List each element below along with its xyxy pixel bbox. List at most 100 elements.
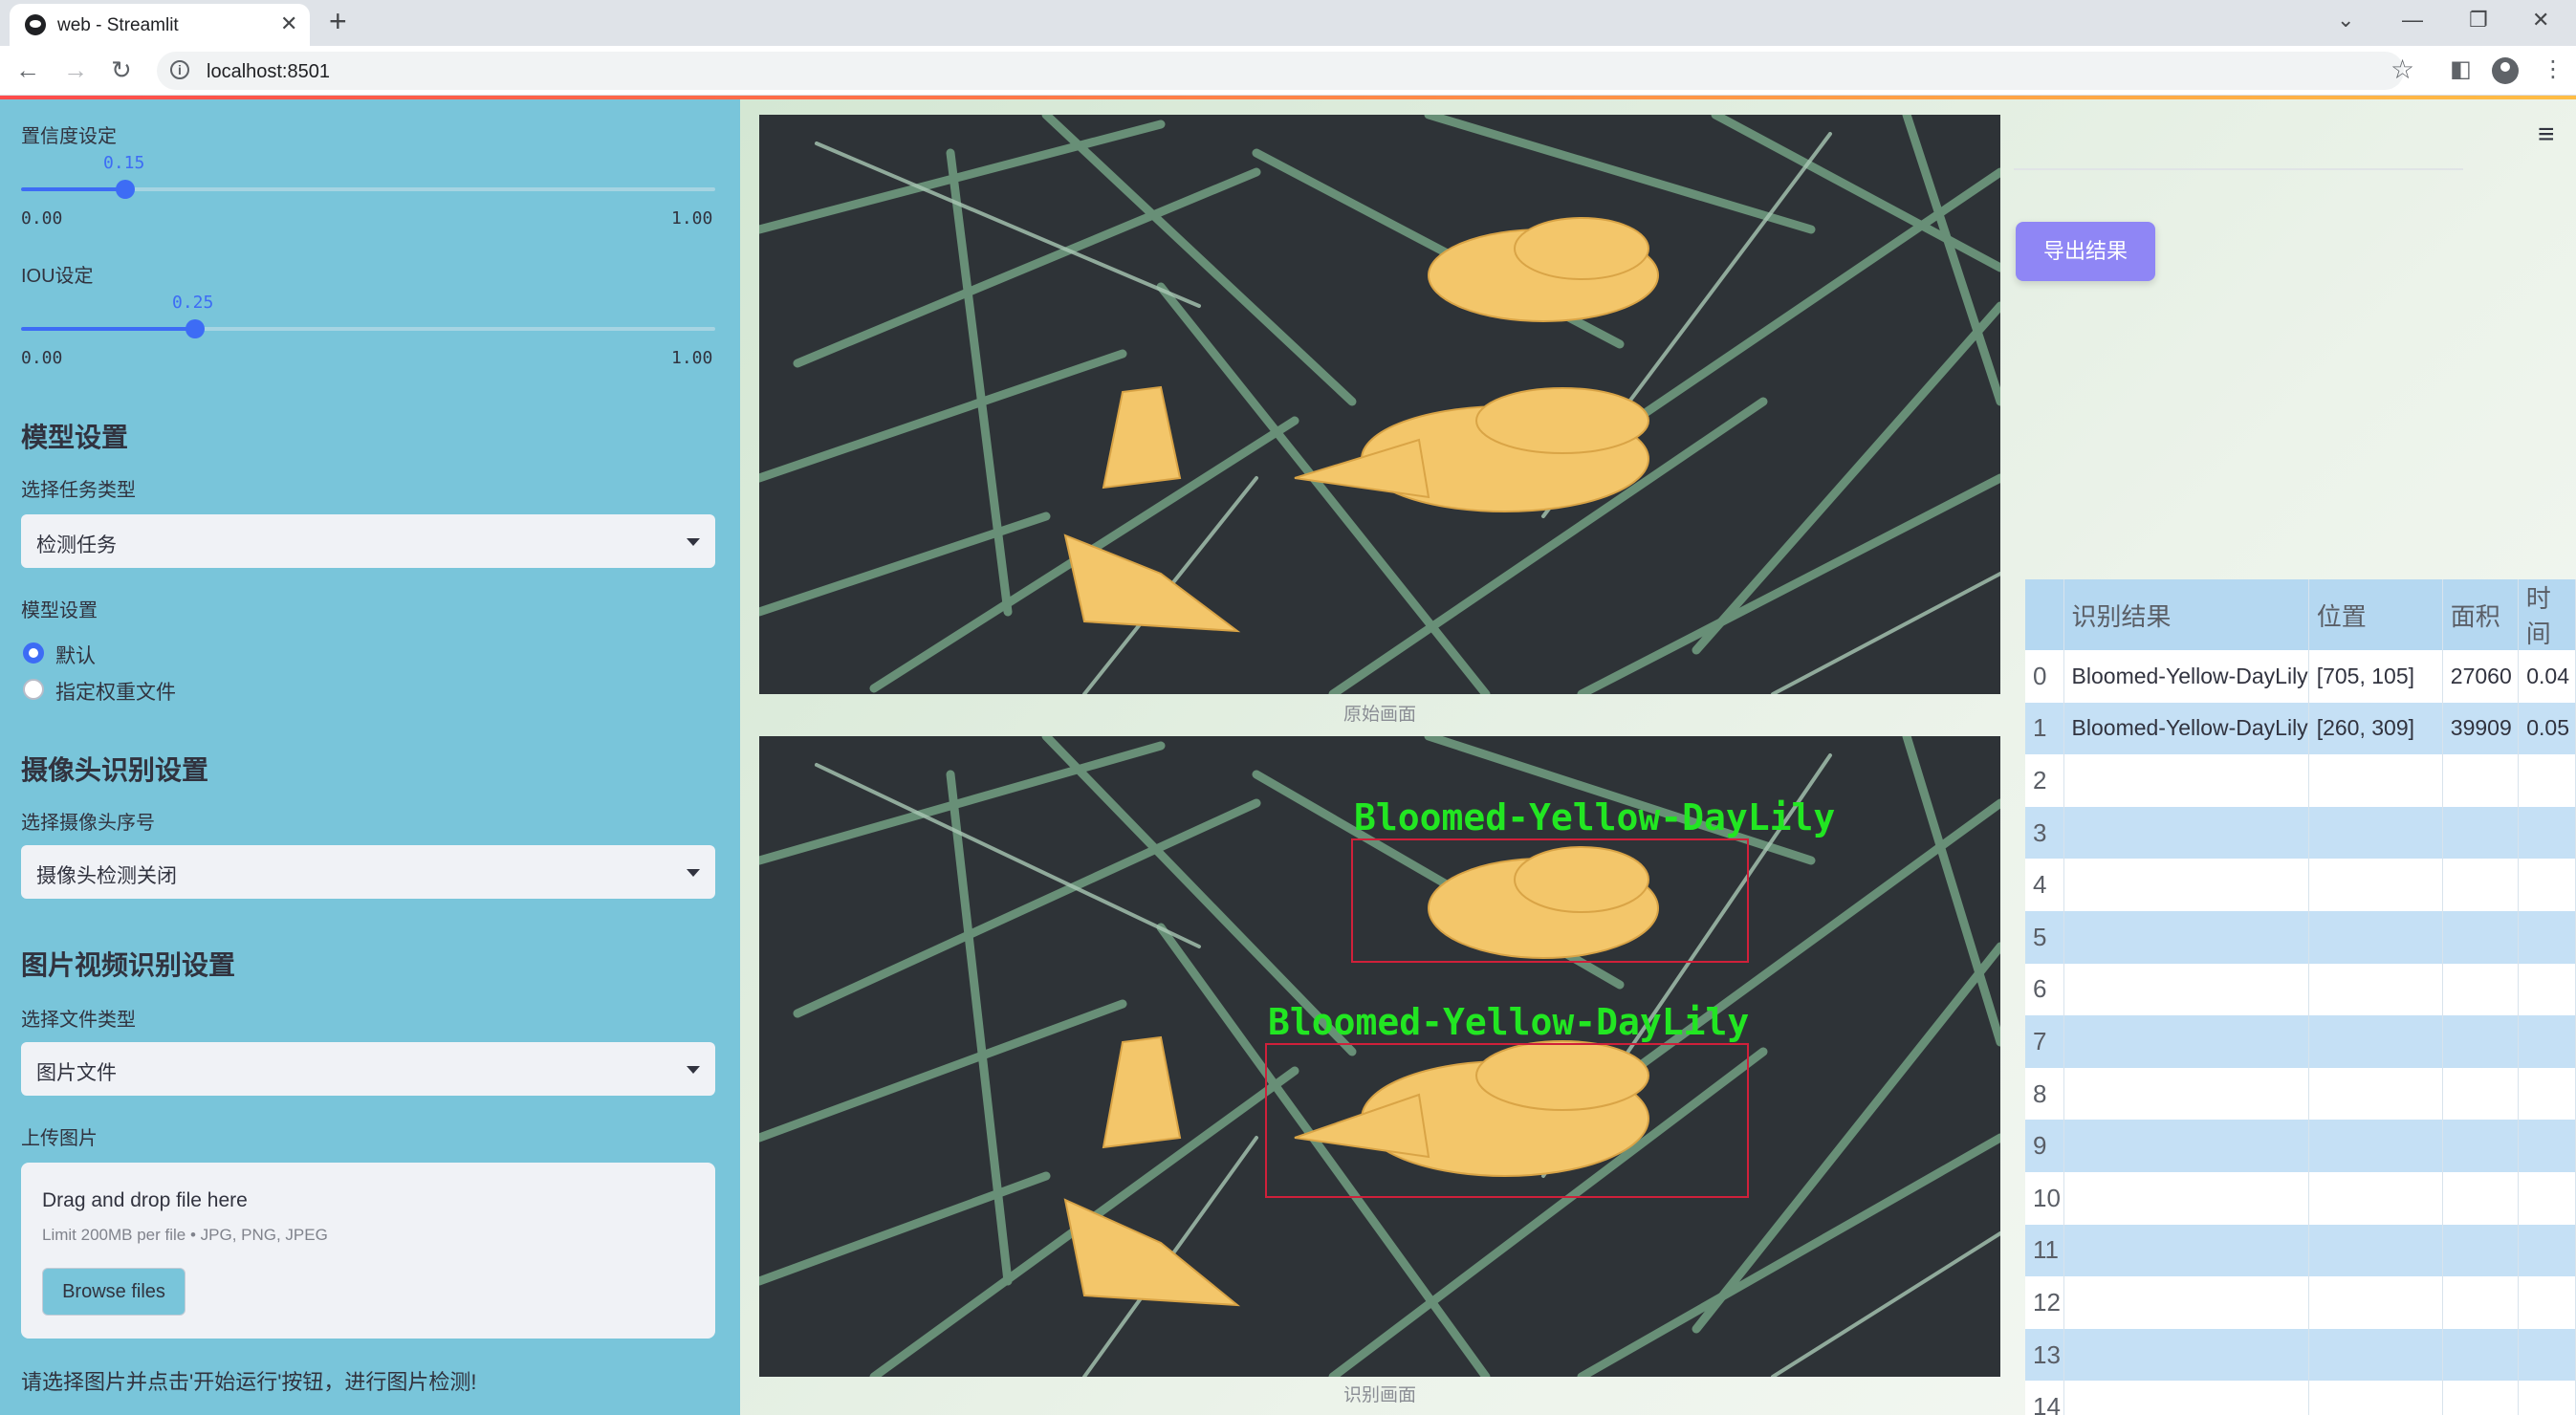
row-index: 4 (2025, 859, 2064, 911)
cell-area (2442, 910, 2519, 964)
file-type-select[interactable]: 图片文件 (21, 1042, 715, 1096)
task-type-select[interactable]: 检测任务 (21, 514, 715, 568)
column-header-position[interactable]: 位置 (2308, 579, 2443, 650)
reload-icon[interactable]: ↻ (111, 55, 132, 85)
tab-close-icon[interactable]: ✕ (280, 11, 297, 36)
table-row[interactable]: 4 (2025, 859, 2576, 911)
new-tab-icon[interactable]: + (329, 4, 347, 39)
table-row[interactable]: 13 (2025, 1328, 2576, 1382)
confidence-max: 1.00 (671, 208, 713, 229)
cell-time (2518, 754, 2576, 807)
side-panel-icon[interactable]: ◧ (2450, 55, 2472, 83)
forward-icon[interactable]: → (63, 55, 88, 85)
column-header-time[interactable]: 时间 (2518, 579, 2576, 650)
row-index: 2 (2025, 754, 2064, 807)
confidence-slider-thumb[interactable] (115, 180, 135, 199)
cell-position (2308, 1120, 2443, 1172)
cell-result (2063, 910, 2309, 964)
row-index: 10 (2025, 1171, 2064, 1225)
table-row[interactable]: 14 (2025, 1381, 2576, 1415)
original-image (759, 115, 2000, 694)
dropzone-limit: Limit 200MB per file • JPG, PNG, JPEG (42, 1226, 328, 1244)
confidence-label: 置信度设定 (21, 126, 117, 147)
table-row[interactable]: 6 (2025, 963, 2576, 1016)
minimize-icon[interactable]: — (2402, 8, 2423, 33)
table-header-row: 识别结果 位置 面积 时间 (2025, 579, 2576, 650)
cell-position (2308, 1015, 2443, 1068)
back-icon[interactable]: ← (15, 55, 40, 85)
task-type-value: 检测任务 (36, 534, 117, 556)
cell-position (2308, 1224, 2443, 1277)
confidence-slider[interactable] (21, 180, 715, 199)
url-field[interactable]: i localhost:8501 (157, 52, 2404, 90)
radio-custom-weights[interactable] (23, 679, 44, 700)
row-index: 5 (2025, 910, 2064, 964)
cell-time (2518, 963, 2576, 1016)
cell-time (2518, 1015, 2576, 1068)
browse-files-button[interactable]: Browse files (42, 1268, 186, 1316)
cell-area (2442, 754, 2519, 807)
url-text[interactable]: localhost:8501 (207, 61, 330, 83)
cell-area: 39909 (2442, 702, 2519, 755)
cell-position (2308, 1067, 2443, 1121)
cell-time (2518, 1224, 2576, 1277)
cell-result: Bloomed-Yellow-DayLily (2063, 702, 2309, 755)
table-row[interactable]: 1 Bloomed-Yellow-DayLily [260, 309] 39909 0.… (2025, 702, 2576, 755)
iou-slider[interactable] (21, 319, 715, 338)
streamlit-favicon-icon (25, 14, 46, 35)
file-type-value: 图片文件 (36, 1062, 117, 1084)
chevron-down-icon (687, 1066, 700, 1074)
export-results-button[interactable]: 导出结果 (2016, 222, 2155, 281)
hamburger-menu-icon[interactable]: ≡ (2538, 119, 2555, 151)
table-row[interactable]: 11 (2025, 1224, 2576, 1277)
bookmark-star-icon[interactable]: ☆ (2390, 54, 2414, 85)
cell-position: [260, 309] (2308, 702, 2443, 755)
close-window-icon[interactable]: ✕ (2532, 8, 2549, 33)
row-index: 14 (2025, 1381, 2064, 1415)
site-info-icon[interactable]: i (170, 60, 189, 79)
cell-position (2308, 859, 2443, 911)
browser-menu-icon[interactable]: ⋮ (2542, 55, 2565, 83)
tab-search-chevron-icon[interactable]: ⌄ (2337, 8, 2354, 33)
table-row[interactable]: 5 (2025, 910, 2576, 964)
sidebar-hint: 请选择图片并点击'开始运行'按钮，进行图片检测! (21, 1370, 477, 1394)
cell-result: Bloomed-Yellow-DayLily (2063, 650, 2309, 703)
cell-area (2442, 1381, 2519, 1415)
detection-label-0: Bloomed-Yellow-DayLily (1354, 796, 1835, 838)
file-dropzone[interactable]: Drag and drop file here Limit 200MB per … (21, 1163, 715, 1339)
profile-avatar-icon[interactable] (2492, 57, 2519, 84)
table-row[interactable]: 10 (2025, 1171, 2576, 1225)
table-row[interactable]: 8 (2025, 1067, 2576, 1121)
tab-title: web - Streamlit (57, 15, 179, 35)
column-header-result[interactable]: 识别结果 (2063, 579, 2309, 650)
radio-custom-weights-label[interactable]: 指定权重文件 (55, 677, 176, 706)
table-row[interactable]: 9 (2025, 1120, 2576, 1172)
results-table[interactable]: 识别结果 位置 面积 时间 0 Bloomed-Yellow-DayLily [70… (2025, 579, 2576, 1415)
cell-time (2518, 1381, 2576, 1415)
table-row[interactable]: 12 (2025, 1276, 2576, 1329)
radio-default-label[interactable]: 默认 (55, 641, 96, 669)
chevron-down-icon (687, 538, 700, 546)
camera-index-select[interactable]: 摄像头检测关闭 (21, 845, 715, 899)
table-row[interactable]: 7 (2025, 1015, 2576, 1068)
cell-time (2518, 806, 2576, 860)
radio-default[interactable] (23, 642, 44, 664)
cell-area (2442, 1224, 2519, 1277)
table-row[interactable]: 3 (2025, 806, 2576, 860)
cell-result (2063, 1015, 2309, 1068)
row-index: 6 (2025, 963, 2064, 1016)
camera-settings-header: 摄像头识别设置 (21, 755, 209, 785)
column-header-area[interactable]: 面积 (2442, 579, 2519, 650)
cell-result (2063, 1276, 2309, 1329)
model-setting-label: 模型设置 (21, 600, 98, 621)
table-row[interactable]: 0 Bloomed-Yellow-DayLily [705, 105] 27060 0.… (2025, 650, 2576, 703)
table-row[interactable]: 2 (2025, 754, 2576, 807)
browser-tab[interactable]: web - Streamlit ✕ (10, 4, 310, 46)
browser-tab-strip: web - Streamlit ✕ + ⌄ — ❐ ✕ (0, 0, 2576, 46)
iou-slider-thumb[interactable] (185, 319, 205, 338)
divider (2014, 168, 2463, 170)
confidence-value: 0.15 (103, 153, 145, 173)
restore-icon[interactable]: ❐ (2469, 8, 2488, 33)
cell-time (2518, 859, 2576, 911)
cell-area (2442, 1328, 2519, 1382)
